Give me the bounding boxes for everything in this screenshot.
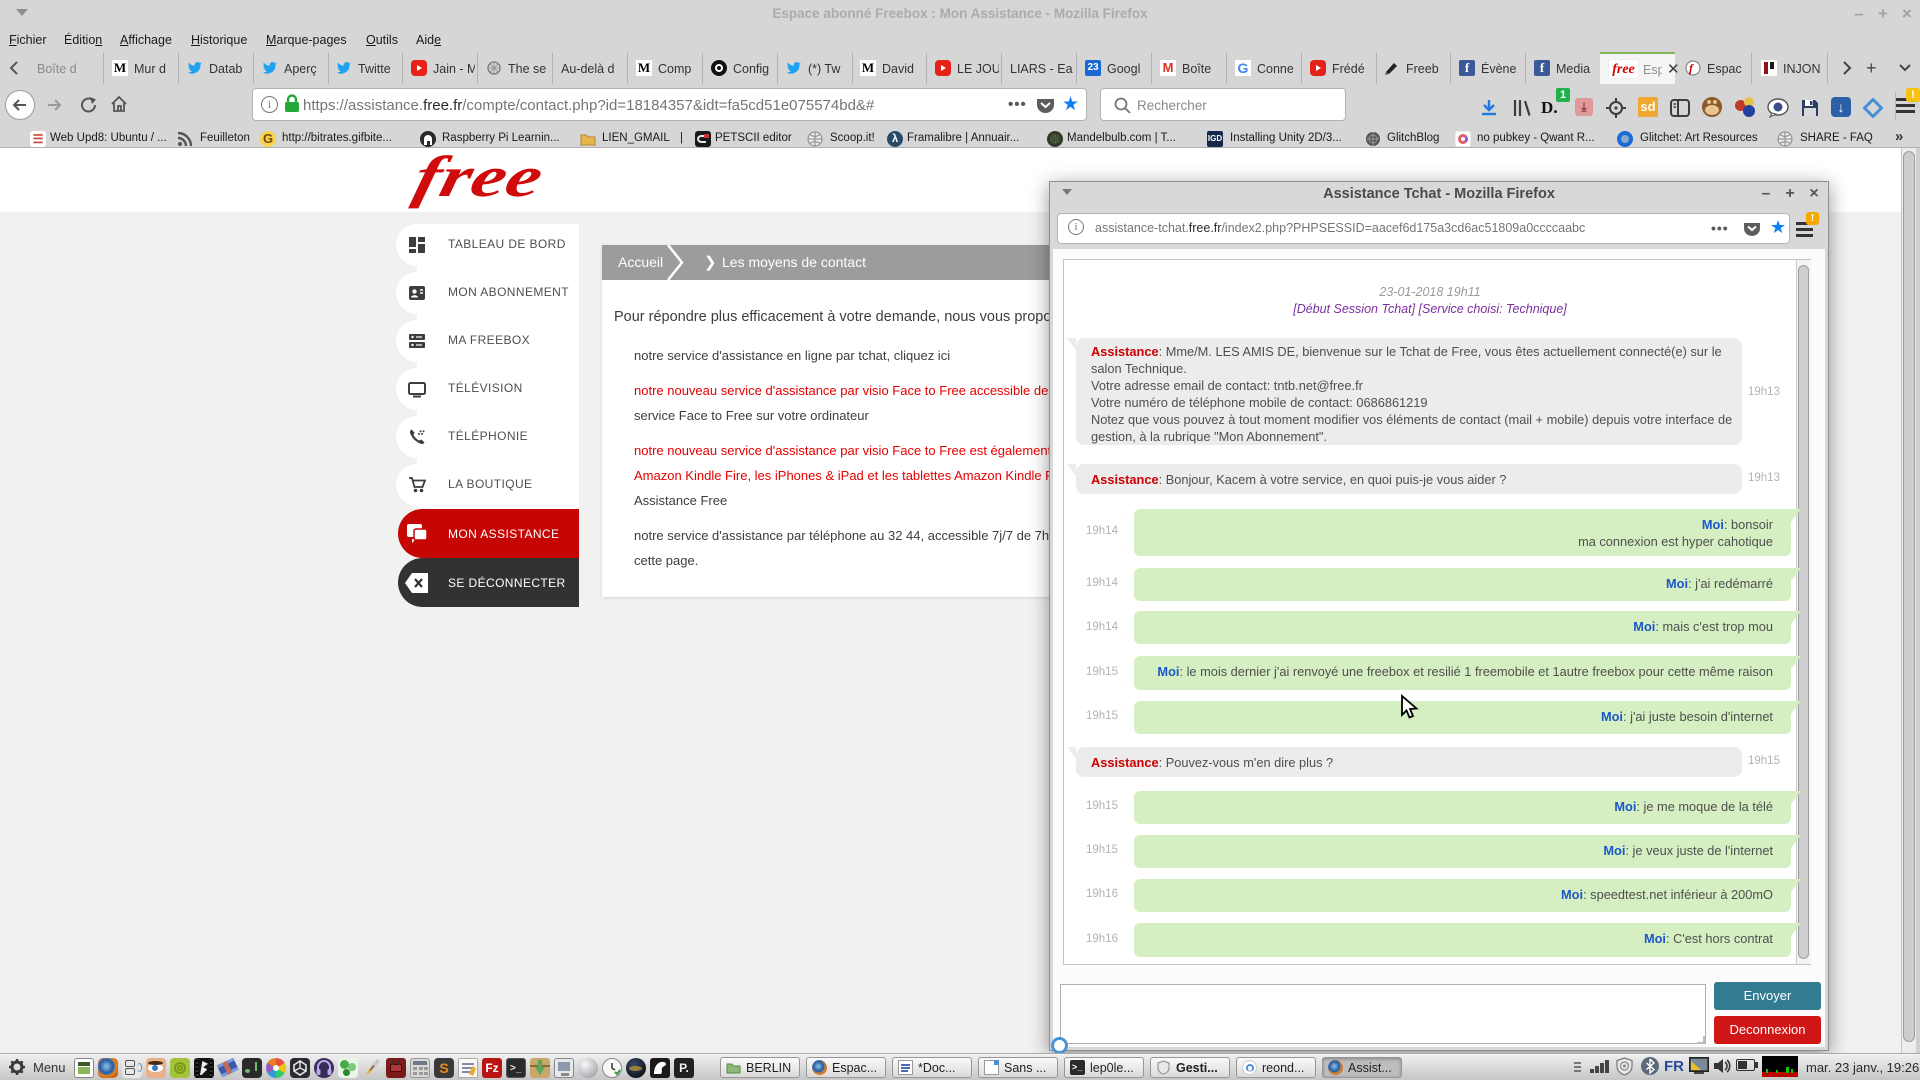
svg-text:free: free — [408, 146, 549, 209]
